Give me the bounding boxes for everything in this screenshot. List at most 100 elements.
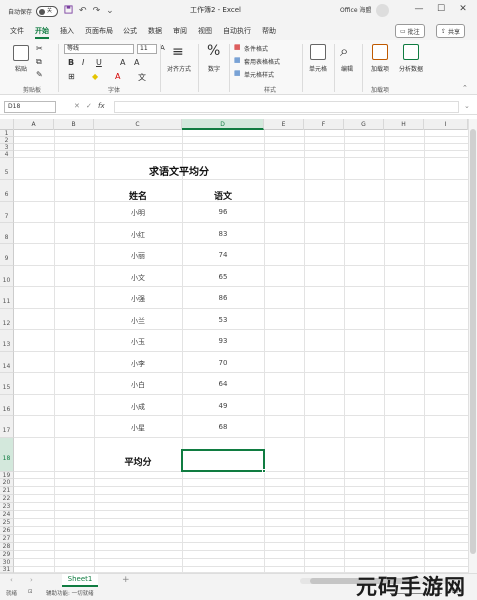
insert-function-icon[interactable]: fx <box>98 102 105 110</box>
row-header-7[interactable]: 7 <box>0 202 14 223</box>
sheet-title-cell[interactable]: 求语文平均分 <box>94 163 264 179</box>
score-cell[interactable]: 83 <box>182 230 264 238</box>
row-header-14[interactable]: 14 <box>0 352 14 373</box>
row-header-28[interactable]: 28 <box>0 543 14 551</box>
customize-qat-icon[interactable]: ⌄ <box>106 6 114 16</box>
next-sheet-icon[interactable]: › <box>30 576 33 584</box>
row-header-22[interactable]: 22 <box>0 495 14 503</box>
tab-view[interactable]: 视图 <box>198 26 212 36</box>
alignment-label[interactable]: 对齐方式 <box>162 64 196 73</box>
name-box[interactable]: D18 <box>4 101 56 113</box>
borders-icon[interactable]: ⊞ <box>68 72 75 81</box>
column-header-g[interactable]: G <box>344 119 384 130</box>
row-header-21[interactable]: 21 <box>0 487 14 495</box>
cancel-icon[interactable]: ✕ <box>74 102 80 110</box>
maximize-icon[interactable]: ☐ <box>434 4 448 14</box>
phonetic-icon[interactable]: 文 <box>138 72 146 83</box>
number-label[interactable]: 数字 <box>202 64 226 73</box>
row-header-18[interactable]: 18 <box>0 438 14 472</box>
addins-icon[interactable] <box>372 44 388 60</box>
tab-home[interactable]: 开始 <box>35 26 49 36</box>
row-header-25[interactable]: 25 <box>0 519 14 527</box>
row-header-27[interactable]: 27 <box>0 535 14 543</box>
row-header-13[interactable]: 13 <box>0 330 14 352</box>
row-header-12[interactable]: 12 <box>0 309 14 330</box>
tab-file[interactable]: 文件 <box>10 26 24 36</box>
select-all-corner[interactable] <box>0 119 14 130</box>
score-cell[interactable]: 53 <box>182 316 264 324</box>
share-button[interactable]: ⇪ 共享 <box>436 24 465 38</box>
tab-page-layout[interactable]: 页面布局 <box>85 26 113 36</box>
row-header-19[interactable]: 19 <box>0 472 14 479</box>
name-cell[interactable]: 小兰 <box>94 316 182 326</box>
alignment-icon[interactable]: ≡ <box>172 44 184 60</box>
name-cell[interactable]: 小李 <box>94 359 182 369</box>
font-color-icon[interactable]: A <box>115 72 120 81</box>
row-header-15[interactable]: 15 <box>0 373 14 395</box>
italic-icon[interactable]: I <box>82 58 84 67</box>
row-header-29[interactable]: 29 <box>0 551 14 559</box>
undo-icon[interactable]: ↶ <box>79 6 87 16</box>
name-cell[interactable]: 小玉 <box>94 337 182 347</box>
font-size-select[interactable]: 11 <box>137 44 157 54</box>
score-cell[interactable]: 65 <box>182 273 264 281</box>
cells-label[interactable]: 单元格 <box>304 64 332 73</box>
row-header-26[interactable]: 26 <box>0 527 14 535</box>
expand-formula-icon[interactable]: ⌄ <box>464 102 470 110</box>
score-cell[interactable]: 64 <box>182 380 264 388</box>
formula-input[interactable] <box>114 101 459 113</box>
row-header-8[interactable]: 8 <box>0 223 14 244</box>
score-cell[interactable]: 70 <box>182 359 264 367</box>
cells-icon[interactable] <box>310 44 326 60</box>
comments-button[interactable]: ▭ 批注 <box>395 24 425 38</box>
tab-formulas[interactable]: 公式 <box>123 26 137 36</box>
average-label-cell[interactable]: 平均分 <box>94 455 182 469</box>
copy-icon[interactable]: ⧉ <box>36 57 42 67</box>
worksheet-grid[interactable]: A B C D E F G H I 1 2 3 4 5 6 7 8 9 10 11 12 13 14 15 1… <box>0 119 468 573</box>
format-painter-icon[interactable]: ✎ <box>36 70 43 79</box>
percent-icon[interactable]: % <box>207 43 220 59</box>
tab-help[interactable]: 帮助 <box>262 26 276 36</box>
score-cell[interactable]: 86 <box>182 294 264 302</box>
accessibility-status[interactable]: 辅助功能: 一切就绪 <box>46 589 94 597</box>
name-cell[interactable]: 小红 <box>94 230 182 240</box>
paste-icon[interactable] <box>13 45 29 61</box>
collapse-ribbon-icon[interactable]: ⌃ <box>462 84 468 92</box>
row-header-16[interactable]: 16 <box>0 395 14 416</box>
name-cell[interactable]: 小强 <box>94 294 182 304</box>
add-sheet-button[interactable]: + <box>122 575 130 585</box>
name-header-cell[interactable]: 姓名 <box>94 189 182 203</box>
column-header-e[interactable]: E <box>264 119 304 130</box>
tab-automate[interactable]: 自动执行 <box>223 26 251 36</box>
name-cell[interactable]: 小丽 <box>94 251 182 261</box>
row-header-1[interactable]: 1 <box>0 130 14 137</box>
row-header-10[interactable]: 10 <box>0 266 14 287</box>
font-name-select[interactable]: 等线 <box>64 44 134 54</box>
minimize-icon[interactable]: — <box>412 4 426 14</box>
fill-handle[interactable] <box>262 469 266 473</box>
vertical-scroll-thumb[interactable] <box>470 129 476 554</box>
tab-data[interactable]: 数据 <box>148 26 162 36</box>
name-cell[interactable]: 小成 <box>94 402 182 412</box>
redo-icon[interactable]: ↷ <box>93 6 101 16</box>
row-header-23[interactable]: 23 <box>0 503 14 511</box>
addins-label[interactable]: 加载项 <box>366 64 394 73</box>
vertical-scrollbar[interactable] <box>468 119 477 573</box>
column-header-d[interactable]: D <box>182 119 264 130</box>
bold-icon[interactable]: B <box>68 58 74 67</box>
row-header-20[interactable]: 20 <box>0 479 14 487</box>
score-cell[interactable]: 74 <box>182 251 264 259</box>
row-header-6[interactable]: 6 <box>0 180 14 202</box>
prev-sheet-icon[interactable]: ‹ <box>10 576 13 584</box>
sheet-tab-sheet1[interactable]: Sheet1 <box>62 574 98 587</box>
row-header-24[interactable]: 24 <box>0 511 14 519</box>
search-icon[interactable]: ⌕ <box>340 42 348 60</box>
row-header-11[interactable]: 11 <box>0 287 14 309</box>
score-header-cell[interactable]: 语文 <box>182 189 264 203</box>
format-as-table-button[interactable]: 套用表格格式 <box>244 57 280 66</box>
name-cell[interactable]: 小文 <box>94 273 182 283</box>
column-header-a[interactable]: A <box>14 119 54 130</box>
tab-insert[interactable]: 插入 <box>60 26 74 36</box>
name-cell[interactable]: 小白 <box>94 380 182 390</box>
score-cell[interactable]: 93 <box>182 337 264 345</box>
